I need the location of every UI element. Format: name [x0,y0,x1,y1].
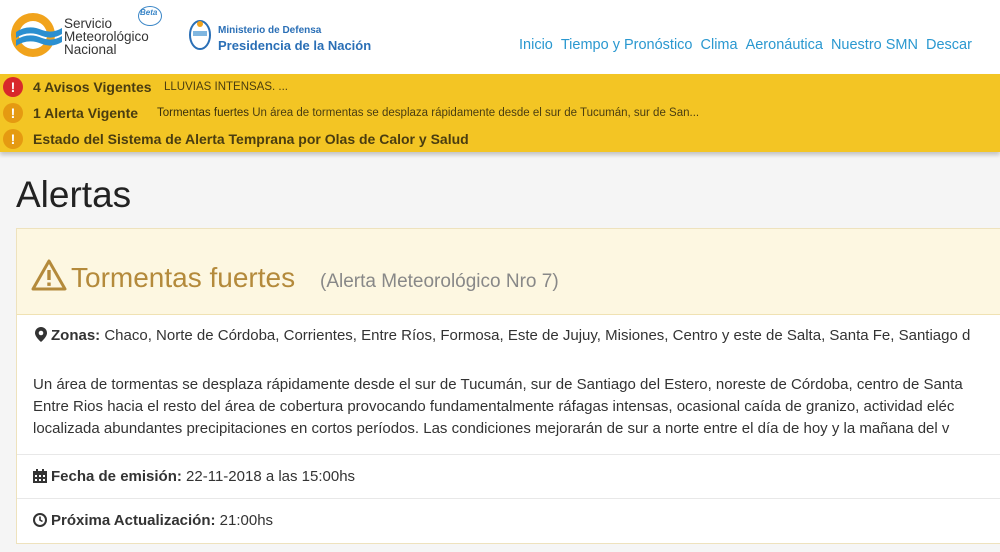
alert-row-title: Estado del Sistema de Alerta Temprana po… [33,131,469,147]
nav-inicio[interactable]: Inicio [519,37,553,53]
divider [17,454,1000,455]
zonas-line: Zonas: Chaco, Norte de Córdoba, Corrient… [35,327,970,344]
map-marker-icon [35,327,47,342]
alert-row-desc-bold: Tormentas fuertes [157,107,250,119]
divider [17,498,1000,499]
alert-title: Tormentas fuertes [71,262,296,293]
proxima-value: 21:00hs [219,512,274,529]
proxima-label: Próxima Actualización: [51,512,216,529]
alert-description: Un área de tormentas se desplaza rápidam… [33,374,1000,440]
alert-panel-header: Tormentas fuertes (Alerta Meteorológico … [17,229,1000,315]
nav-clima[interactable]: Clima [701,37,738,53]
alert-row-desc-text: Un área de tormentas se desplaza rápidam… [252,107,700,119]
alert-panel: Tormentas fuertes (Alerta Meteorológico … [16,228,1000,544]
alert-row-avisos[interactable]: ! 4 Avisos Vigentes LLUVIAS INTENSAS. ..… [0,75,1000,99]
exclamation-icon: ! [3,129,23,149]
alert-row-desc: Tormentas fuertes Un área de tormentas s… [157,107,699,119]
alert-row-desc: LLUVIAS INTENSAS. ... [164,81,288,93]
national-shield-icon[interactable] [188,17,212,51]
description-line: Un área de tormentas se desplaza rápidam… [33,376,963,393]
description-line: localizada abundantes precipitaciones en… [33,420,950,437]
fecha-value: 22-11-2018 a las 15:00hs [186,468,356,485]
alert-row-alerta[interactable]: ! 1 Alerta Vigente Tormentas fuertes Un … [0,101,1000,125]
zonas-label: Zonas: [51,327,101,344]
smn-logo-icon[interactable] [8,10,62,60]
calendar-icon [33,469,47,483]
fecha-label: Fecha de emisión: [51,468,182,485]
alert-row-title: 1 Alerta Vigente [33,105,139,121]
exclamation-icon: ! [3,77,23,97]
page-title: Alertas [16,174,132,215]
site-header: Servicio Meteorológico Nacional Beta Min… [0,0,1000,74]
alert-row-olas-calor[interactable]: ! Estado del Sistema de Alerta Temprana … [0,127,1000,151]
beta-badge: Beta [140,8,158,17]
alert-row-title: 4 Avisos Vigentes [33,79,152,95]
nav-descargas[interactable]: Descar [926,37,972,53]
nav-tiempo-pronostico[interactable]: Tiempo y Pronóstico [561,37,693,53]
zonas-value: Chaco, Norte de Córdoba, Corrientes, Ent… [104,327,971,344]
warning-triangle-icon [31,259,67,291]
alert-bar: ! 4 Avisos Vigentes LLUVIAS INTENSAS. ..… [0,74,1000,152]
ministerio-label: Ministerio de Defensa [218,25,322,36]
description-line: Entre Rios hacia el resto del área de co… [33,398,955,415]
smn-logo-text[interactable]: Servicio Meteorológico Nacional [64,17,149,57]
exclamation-icon: ! [3,103,23,123]
nav-nuestro-smn[interactable]: Nuestro SMN [831,37,918,53]
nav-aeronautica[interactable]: Aeronáutica [746,37,823,53]
clock-icon [33,513,47,527]
fecha-emision: Fecha de emisión: 22-11-2018 a las 15:00… [33,468,355,485]
proxima-actualizacion: Próxima Actualización: 21:00hs [33,512,273,529]
main-nav: Inicio Tiempo y Pronóstico Clima Aeronáutic… [519,37,980,53]
alert-subtitle: (Alerta Meteorológico Nro 7) [320,271,559,292]
logo-line-3: Nacional [64,42,117,57]
presidencia-label[interactable]: Presidencia de la Nación [218,38,371,53]
